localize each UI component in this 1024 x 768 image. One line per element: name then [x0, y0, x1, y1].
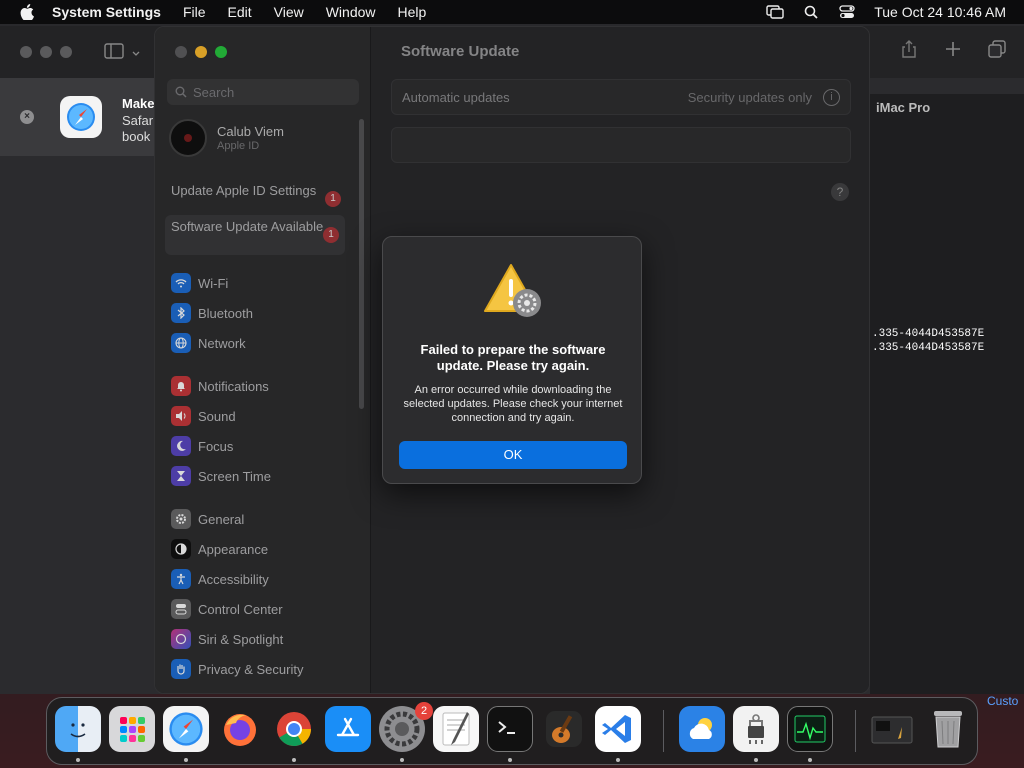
- dock-firefox-icon[interactable]: [217, 706, 263, 752]
- menu-app-name[interactable]: System Settings: [52, 4, 161, 20]
- dock-running-indicator: [76, 758, 80, 762]
- dock-safari-icon[interactable]: [163, 706, 209, 752]
- menu-clock[interactable]: Tue Oct 24 10:46 AM: [874, 4, 1006, 20]
- chevron-down-icon[interactable]: [132, 45, 140, 60]
- customize-link[interactable]: Custo: [987, 694, 1018, 708]
- dock-activity-monitor-icon[interactable]: [787, 706, 833, 752]
- share-icon[interactable]: [900, 40, 918, 58]
- menu-help[interactable]: Help: [398, 4, 427, 20]
- apple-menu-icon[interactable]: [20, 4, 34, 20]
- tab-overview-icon[interactable]: [988, 40, 1006, 58]
- dock-textedit-icon[interactable]: [433, 706, 479, 752]
- dock-separator: [855, 710, 856, 752]
- device-title: iMac Pro: [876, 100, 931, 115]
- menu-file[interactable]: File: [183, 4, 206, 20]
- menu-edit[interactable]: Edit: [228, 4, 252, 20]
- dock-garageband-icon[interactable]: [541, 706, 587, 752]
- system-info-pane: iMac Pro .335-4044D453587E .335-4044D453…: [870, 94, 1024, 694]
- menu-view[interactable]: View: [274, 4, 304, 20]
- dock-terminal-icon[interactable]: [487, 706, 533, 752]
- dock-launchpad-icon[interactable]: [109, 706, 155, 752]
- notification-line-2: book: [122, 129, 151, 144]
- dock-chrome-icon[interactable]: [271, 706, 317, 752]
- sidebar-toggle-icon[interactable]: [104, 42, 124, 62]
- safari-icon: [60, 96, 102, 138]
- bg-minimize-button[interactable]: [40, 46, 52, 58]
- dock-vscode-icon[interactable]: [595, 706, 641, 752]
- dock-weather-icon[interactable]: [679, 706, 725, 752]
- notification-banner[interactable]: × Make Safar book: [0, 78, 160, 156]
- uuid-text-1: .335-4044D453587E: [872, 328, 985, 340]
- notification-title: Make: [122, 96, 155, 111]
- dock-running-indicator: [754, 758, 758, 762]
- dock-running-indicator: [184, 758, 188, 762]
- bg-zoom-button[interactable]: [60, 46, 72, 58]
- menu-window[interactable]: Window: [326, 4, 376, 20]
- menu-bar: System Settings File Edit View Window He…: [0, 0, 1024, 24]
- dock-running-indicator: [808, 758, 812, 762]
- screen-mirroring-icon[interactable]: [766, 4, 784, 20]
- dialog-message: An error occurred while downloading the …: [403, 384, 623, 424]
- dock-running-indicator: [292, 758, 296, 762]
- warning-icon: [483, 261, 545, 321]
- dialog-title: Failed to prepare the software update. P…: [420, 342, 606, 373]
- dock: 2: [46, 697, 978, 765]
- control-center-icon[interactable]: [838, 4, 856, 20]
- dock-app-store-icon[interactable]: [325, 706, 371, 752]
- dock-system-information-icon[interactable]: [733, 706, 779, 752]
- error-dialog: Failed to prepare the software update. P…: [382, 236, 642, 484]
- notification-close-icon[interactable]: ×: [20, 110, 34, 124]
- dock-separator: [663, 710, 664, 752]
- dock-running-indicator: [400, 758, 404, 762]
- bg-close-button[interactable]: [20, 46, 32, 58]
- dock-running-indicator: [616, 758, 620, 762]
- uuid-text-2: .335-4044D453587E: [872, 342, 985, 354]
- dock-finder-icon[interactable]: [55, 706, 101, 752]
- dock-running-indicator: [508, 758, 512, 762]
- notification-body: Safar book: [122, 113, 153, 145]
- dock-trash-icon[interactable]: [925, 706, 971, 752]
- new-tab-plus-icon[interactable]: [944, 40, 962, 58]
- ok-button[interactable]: OK: [399, 441, 627, 469]
- notification-line-1: Safar: [122, 113, 154, 128]
- dock-downloads-icon[interactable]: [869, 706, 915, 752]
- dock-notification-badge: 2: [415, 702, 433, 720]
- spotlight-search-icon[interactable]: [802, 4, 820, 20]
